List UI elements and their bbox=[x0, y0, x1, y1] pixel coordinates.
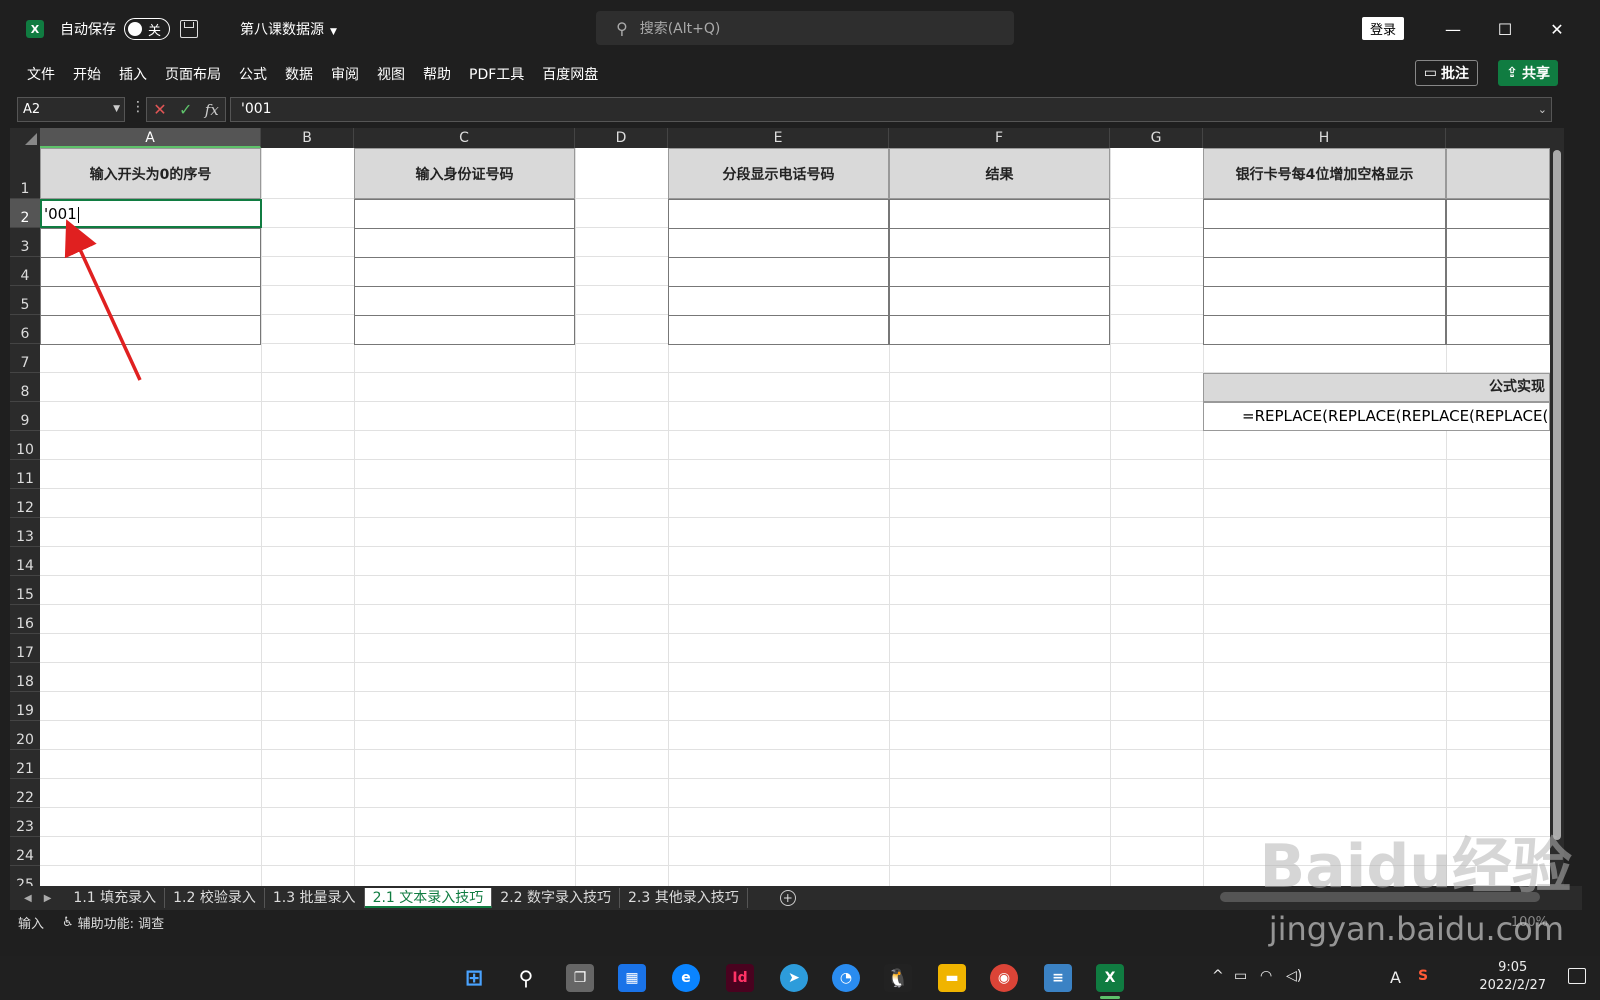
menu-file[interactable]: 文件 bbox=[27, 64, 55, 84]
search-icon[interactable]: ⚲ bbox=[512, 964, 540, 992]
start-menu-icon[interactable]: ⊞ bbox=[460, 964, 488, 992]
sheet-tab-2-1[interactable]: 2.1 文本录入技巧 bbox=[364, 888, 493, 908]
formula-bar: A2 ▼ ⋮ ✕ ✓ fx '001 ⌄ bbox=[10, 94, 1582, 128]
clock-date: 2022/2/27 bbox=[1479, 978, 1546, 993]
sheet-tab-2-3[interactable]: 2.3 其他录入技巧 bbox=[620, 888, 748, 908]
scroll-thumb[interactable] bbox=[1553, 150, 1561, 840]
toggle-knob bbox=[128, 22, 142, 36]
ime-indicator[interactable]: A bbox=[1390, 968, 1401, 987]
comments-button[interactable]: ▭ 批注 bbox=[1414, 60, 1478, 86]
notepad-icon[interactable]: ≡ bbox=[1044, 964, 1072, 992]
minimize-icon[interactable]: — bbox=[1428, 4, 1478, 54]
edge-browser-icon[interactable]: e bbox=[672, 964, 700, 992]
arrow-line bbox=[64, 219, 142, 381]
windows-taskbar: ⊞ ⚲ ❐ ▦ e Id ➤ ◔ 🐧 ▬ ◉ ≡ X ^ ▭ ◠ ◁) A S … bbox=[0, 956, 1600, 1000]
accessibility-status[interactable]: ♿ 辅助功能: 调查 bbox=[62, 913, 164, 932]
excel-window: X 自动保存 关 第八课数据源 ▼ ⚲ 搜索(Alt+Q) 登录 — ☐ ✕ 文件… bbox=[10, 4, 1582, 956]
formula-text: '001 bbox=[241, 101, 272, 117]
autosave-label: 自动保存 bbox=[60, 22, 116, 38]
search-icon: ⚲ bbox=[616, 18, 628, 38]
formula-buttons: ✕ ✓ fx bbox=[146, 97, 226, 122]
sheet-tab-1-2[interactable]: 1.2 校验录入 bbox=[165, 888, 265, 908]
name-box[interactable]: A2 ▼ bbox=[17, 97, 125, 122]
system-clock[interactable]: 9:05 2022/2/27 bbox=[1479, 959, 1546, 995]
file-explorer-icon[interactable]: ▬ bbox=[938, 964, 966, 992]
login-button[interactable]: 登录 bbox=[1361, 17, 1404, 40]
menu-help[interactable]: 帮助 bbox=[423, 64, 451, 84]
menu-baidu-netdisk[interactable]: 百度网盘 bbox=[542, 64, 598, 84]
wifi-icon[interactable]: ◠ bbox=[1260, 968, 1272, 984]
chevron-down-icon: ▼ bbox=[330, 27, 337, 37]
share-icon: ⇪ bbox=[1506, 65, 1518, 81]
document-name[interactable]: 第八课数据源 ▼ bbox=[240, 19, 337, 39]
accessibility-icon: ♿ bbox=[62, 914, 74, 930]
comment-icon: ▭ bbox=[1423, 65, 1437, 81]
task-view-icon[interactable]: ❐ bbox=[566, 964, 594, 992]
sheet-tab-2-2[interactable]: 2.2 数字录入技巧 bbox=[492, 888, 620, 908]
menu-review[interactable]: 审阅 bbox=[331, 64, 359, 84]
comments-label: 批注 bbox=[1441, 66, 1469, 82]
menu-view[interactable]: 视图 bbox=[377, 64, 405, 84]
name-box-value: A2 bbox=[23, 102, 41, 117]
formula-input[interactable]: '001 ⌄ bbox=[230, 97, 1552, 122]
menu-data[interactable]: 数据 bbox=[285, 64, 313, 84]
title-bar: X 自动保存 关 第八课数据源 ▼ ⚲ 搜索(Alt+Q) 登录 — ☐ ✕ bbox=[10, 4, 1582, 54]
baidu-watermark-url: jingyan.baidu.com bbox=[1268, 910, 1564, 948]
next-sheet-icon[interactable]: ▶ bbox=[44, 893, 52, 904]
worksheet-grid[interactable]: A B C D E F G H 1 2 3 4 5 6 7 8 9 10 11 12 13 14 15 16 1… bbox=[10, 128, 1550, 886]
chevron-down-icon: ⌄ bbox=[1537, 103, 1547, 116]
red-arrow-annotation bbox=[64, 219, 142, 381]
save-icon[interactable] bbox=[180, 20, 198, 38]
menu-insert[interactable]: 插入 bbox=[119, 64, 147, 84]
clock-time: 9:05 bbox=[1498, 960, 1528, 975]
autosave-state: 关 bbox=[148, 23, 162, 39]
cancel-icon[interactable]: ✕ bbox=[153, 100, 166, 119]
accessibility-text: 辅助功能: 调查 bbox=[77, 916, 165, 932]
menu-home[interactable]: 开始 bbox=[73, 64, 101, 84]
add-sheet-icon[interactable]: + bbox=[779, 890, 796, 906]
active-app-indicator bbox=[1100, 996, 1120, 999]
insert-function-icon[interactable]: fx bbox=[205, 101, 219, 119]
sheet-tab-1-3[interactable]: 1.3 批量录入 bbox=[265, 888, 365, 908]
feishu-icon[interactable]: ➤ bbox=[780, 964, 808, 992]
chat-app-icon[interactable]: ◔ bbox=[832, 964, 860, 992]
close-icon[interactable]: ✕ bbox=[1532, 4, 1582, 54]
document-name-text: 第八课数据源 bbox=[240, 22, 324, 38]
more-options-icon[interactable]: ⋮ bbox=[131, 99, 145, 115]
ribbon-tabs: 文件 开始 插入 页面布局 公式 数据 审阅 视图 帮助 PDF工具 百度网盘 bbox=[10, 54, 1582, 94]
sogou-ime-icon[interactable]: S bbox=[1418, 968, 1428, 984]
notification-icon[interactable] bbox=[1568, 968, 1586, 984]
indesign-icon[interactable]: Id bbox=[726, 964, 754, 992]
chevron-down-icon: ▼ bbox=[113, 104, 120, 114]
volume-icon[interactable]: ◁) bbox=[1286, 968, 1302, 984]
excel-taskbar-icon[interactable]: X bbox=[1096, 964, 1124, 992]
menu-formulas[interactable]: 公式 bbox=[239, 64, 267, 84]
status-mode: 输入 bbox=[18, 916, 45, 932]
search-box[interactable]: ⚲ 搜索(Alt+Q) bbox=[596, 11, 1014, 45]
autosave-toggle[interactable]: 关 bbox=[124, 18, 170, 40]
share-button[interactable]: ⇪ 共享 bbox=[1498, 60, 1558, 86]
baidu-watermark-logo: Baidu经验 bbox=[1259, 832, 1572, 902]
sheet-tab-1-1[interactable]: 1.1 填充录入 bbox=[65, 888, 166, 908]
widgets-icon[interactable]: ▦ bbox=[618, 964, 646, 992]
menu-pdf-tools[interactable]: PDF工具 bbox=[469, 64, 524, 84]
share-label: 共享 bbox=[1522, 66, 1550, 82]
excel-logo-icon: X bbox=[26, 20, 44, 38]
tray-overflow-icon[interactable]: ^ bbox=[1212, 968, 1224, 984]
enter-icon[interactable]: ✓ bbox=[179, 100, 192, 119]
menu-page-layout[interactable]: 页面布局 bbox=[165, 64, 221, 84]
prev-sheet-icon[interactable]: ◀ bbox=[24, 893, 32, 904]
battery-icon[interactable]: ▭ bbox=[1234, 968, 1247, 984]
qq-icon[interactable]: 🐧 bbox=[884, 964, 912, 992]
maximize-icon[interactable]: ☐ bbox=[1480, 4, 1530, 54]
chrome-icon[interactable]: ◉ bbox=[990, 964, 1018, 992]
search-placeholder: 搜索(Alt+Q) bbox=[639, 21, 721, 37]
vertical-scrollbar[interactable] bbox=[1550, 128, 1564, 886]
